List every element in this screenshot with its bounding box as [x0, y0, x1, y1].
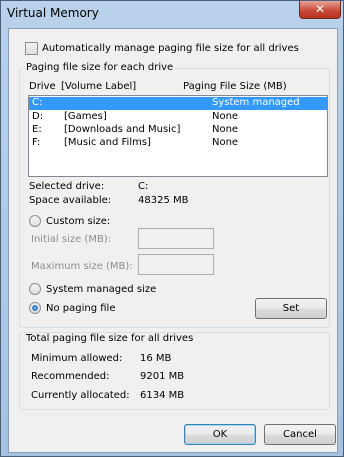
ok-button[interactable]: OK	[184, 424, 256, 445]
recommended-label: Recommended:	[31, 371, 110, 382]
close-button[interactable]: ✕	[299, 1, 341, 19]
custom-size-radio[interactable]	[29, 215, 41, 227]
recommended-value: 9201 MB	[140, 371, 185, 382]
space-available-value: 48325 MB	[138, 195, 189, 206]
drive-row-c[interactable]: C: System managed	[29, 97, 327, 110]
drive-volume-label: [Music and Films]	[64, 137, 151, 148]
currently-allocated-label: Currently allocated:	[31, 390, 130, 401]
column-header-drive: Drive	[29, 81, 56, 92]
drive-row-f[interactable]: F: [Music and Films] None	[29, 137, 327, 150]
drive-paging-size: System managed	[212, 97, 300, 108]
maximum-size-label: Maximum size (MB):	[31, 261, 133, 272]
no-paging-label[interactable]: No paging file	[46, 303, 115, 314]
initial-size-input[interactable]	[138, 228, 214, 249]
auto-manage-checkbox[interactable]	[25, 42, 38, 55]
drive-volume-label: [Downloads and Music]	[64, 124, 181, 135]
column-header-volume: [Volume Label]	[61, 81, 137, 92]
no-paging-radio[interactable]	[29, 302, 41, 314]
drive-list[interactable]: C: System managed D: [Games] None E: [Do…	[28, 95, 328, 177]
drive-volume-label: [Games]	[64, 111, 107, 122]
space-available-label: Space available:	[29, 195, 112, 206]
currently-allocated-value: 6134 MB	[140, 390, 185, 401]
minimum-allowed-label: Minimum allowed:	[31, 353, 123, 364]
window-title: Virtual Memory	[7, 6, 99, 20]
maximum-size-input[interactable]	[138, 254, 214, 275]
drive-paging-size: None	[212, 124, 239, 135]
close-icon: ✕	[314, 2, 326, 16]
selected-drive-label: Selected drive:	[29, 181, 105, 192]
drive-paging-size: None	[212, 137, 239, 148]
dialog-body: Automatically manage paging file size fo…	[8, 28, 338, 453]
drive-letter: C:	[32, 97, 43, 108]
paging-group-legend: Paging file size for each drive	[24, 62, 176, 73]
custom-size-label[interactable]: Custom size:	[46, 216, 110, 227]
drive-row-d[interactable]: D: [Games] None	[29, 111, 327, 124]
column-header-size: Paging File Size (MB)	[183, 81, 287, 92]
radio-selected-dot	[32, 305, 38, 311]
auto-manage-label[interactable]: Automatically manage paging file size fo…	[42, 43, 299, 54]
initial-size-label: Initial size (MB):	[31, 234, 112, 245]
drive-letter: D:	[32, 111, 44, 122]
selected-drive-value: C:	[138, 181, 149, 192]
system-managed-label[interactable]: System managed size	[46, 284, 156, 295]
drive-paging-size: None	[212, 111, 239, 122]
virtual-memory-window: Virtual Memory ✕ Automatically manage pa…	[0, 0, 344, 457]
minimum-allowed-value: 16 MB	[140, 353, 172, 364]
system-managed-radio[interactable]	[29, 283, 41, 295]
drive-row-e[interactable]: E: [Downloads and Music] None	[29, 124, 327, 137]
drive-letter: E:	[32, 124, 42, 135]
set-button[interactable]: Set	[255, 298, 327, 319]
drive-letter: F:	[32, 137, 41, 148]
title-bar[interactable]: Virtual Memory ✕	[1, 1, 343, 25]
cancel-button[interactable]: Cancel	[264, 424, 336, 445]
total-group-legend: Total paging file size for all drives	[24, 333, 196, 344]
